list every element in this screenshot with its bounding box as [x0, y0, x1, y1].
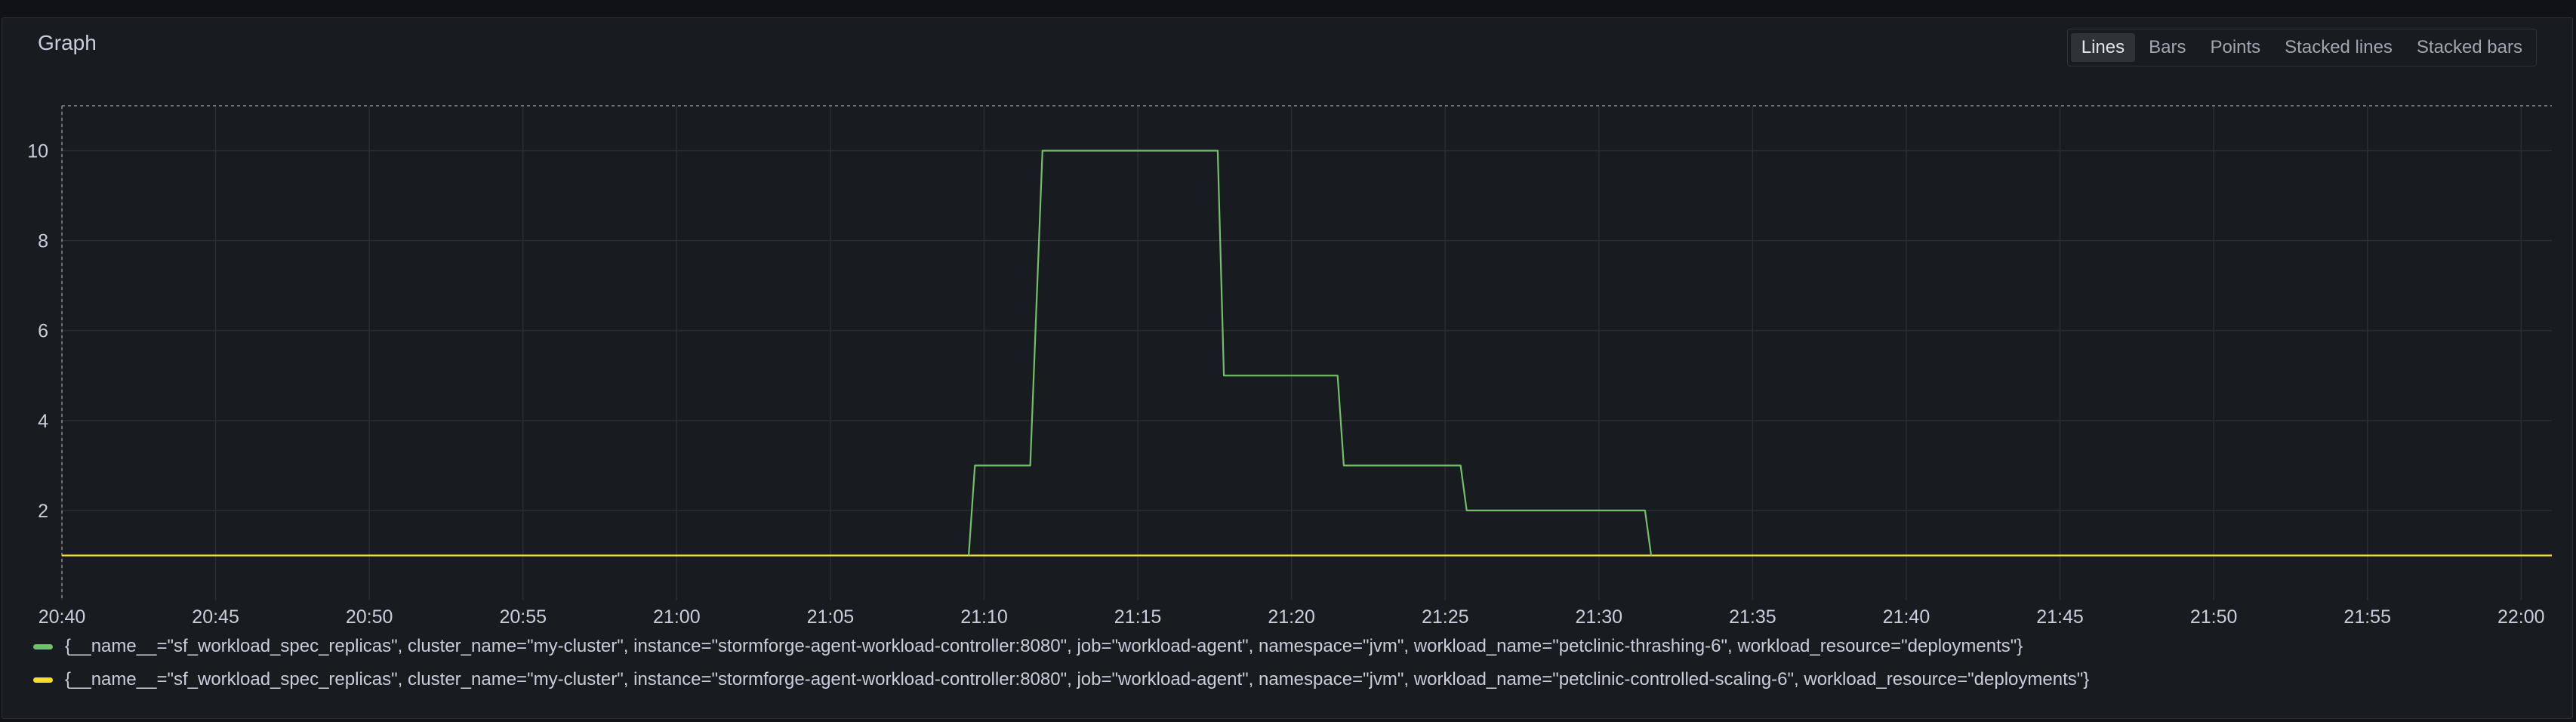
x-tick-label: 21:15	[1114, 606, 1162, 628]
x-tick-label: 21:45	[2036, 606, 2084, 628]
legend-swatch-green	[33, 643, 53, 649]
legend-label: {__name__="sf_workload_spec_replicas", c…	[65, 669, 2090, 690]
x-tick-label: 21:20	[1268, 606, 1315, 628]
axis-labels: 20:40 20:45 20:50 20:55 21:00 21:05 21:10 21:15…	[27, 141, 2544, 628]
x-tick-label: 21:40	[1883, 606, 1930, 628]
legend-item-thrashing[interactable]: {__name__="sf_workload_spec_replicas", c…	[33, 630, 2555, 663]
x-tick-label: 20:55	[499, 606, 547, 628]
y-tick-label: 6	[38, 321, 48, 342]
x-tick-label: 20:50	[346, 606, 393, 628]
series-line-thrashing	[968, 150, 1653, 556]
grid	[61, 105, 2552, 600]
series-lines	[62, 150, 2552, 557]
y-tick-label: 2	[38, 501, 48, 522]
x-tick-label: 21:30	[1576, 606, 1623, 628]
legend: {__name__="sf_workload_spec_replicas", c…	[33, 630, 2555, 696]
x-tick-label: 20:40	[39, 606, 86, 628]
x-tick-label: 21:10	[960, 606, 1008, 628]
x-tick-label: 21:00	[653, 606, 701, 628]
x-tick-label: 21:05	[807, 606, 855, 628]
x-tick-label: 21:35	[1729, 606, 1776, 628]
x-tick-label: 21:50	[2190, 606, 2238, 628]
y-tick-label: 8	[38, 231, 48, 252]
x-tick-label: 21:25	[1422, 606, 1469, 628]
y-tick-label: 4	[38, 411, 48, 432]
x-tick-label: 20:45	[192, 606, 239, 628]
y-tick-label: 10	[27, 141, 48, 162]
legend-item-controlled-scaling[interactable]: {__name__="sf_workload_spec_replicas", c…	[33, 663, 2555, 696]
legend-label: {__name__="sf_workload_spec_replicas", c…	[65, 636, 2023, 656]
x-tick-label: 21:55	[2343, 606, 2391, 628]
legend-swatch-yellow	[33, 677, 53, 683]
line-chart: 20:40 20:45 20:50 20:55 21:00 21:05 21:10 21:15…	[27, 105, 2552, 628]
x-tick-label: 22:00	[2497, 606, 2545, 628]
